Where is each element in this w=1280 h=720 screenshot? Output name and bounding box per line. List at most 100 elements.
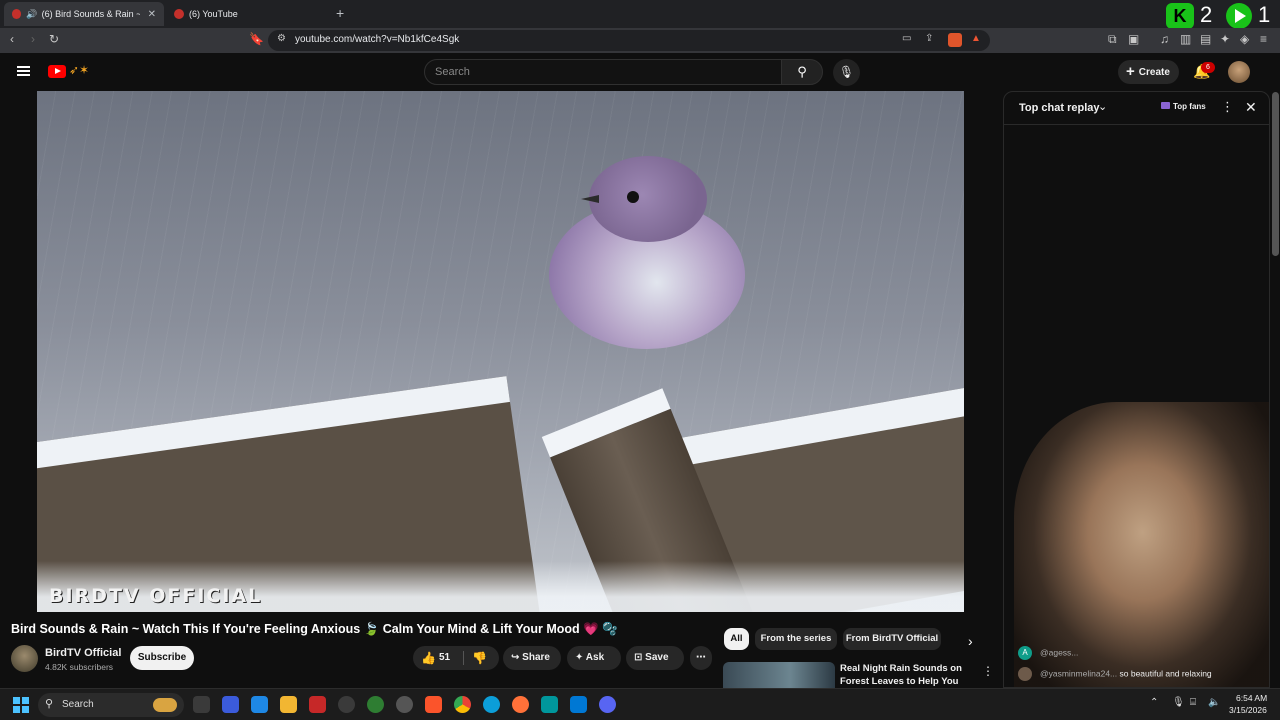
taskbar-search[interactable]: ⚲ Search (38, 693, 184, 717)
app-icon[interactable] (367, 696, 384, 713)
search-placeholder: Search (435, 66, 470, 78)
reload-icon[interactable]: ↻ (49, 32, 59, 46)
youtube-doodle-icon[interactable]: ➶✶ (69, 63, 89, 77)
save-button[interactable]: ⊡ Save (626, 646, 684, 670)
cast-icon[interactable]: ▭ (902, 33, 911, 44)
app-icon[interactable] (396, 696, 413, 713)
youtube-logo-icon[interactable] (48, 65, 66, 78)
microphone-icon: 🎙 (838, 65, 855, 79)
chat-message: A @agess... (1018, 646, 1078, 660)
close-chat-icon[interactable]: ✕ (1245, 99, 1257, 116)
account-avatar[interactable] (1228, 61, 1250, 83)
network-icon[interactable]: ⌸ (1190, 697, 1196, 708)
chip-from-birdtv-official[interactable]: From BirdTV Official (843, 628, 941, 650)
forward-icon[interactable]: › (31, 32, 35, 46)
clock-time[interactable]: 6:54 AM (1236, 693, 1267, 703)
audio-playing-icon: 🔊 (26, 8, 38, 19)
recommendation-more-icon[interactable]: ⋮ (982, 664, 994, 678)
bookmark-save-icon: ⊡ (634, 652, 646, 663)
clock-date[interactable]: 3/15/2026 (1229, 705, 1267, 715)
discord-icon[interactable] (599, 696, 616, 713)
address-bar[interactable]: ⚙ youtube.com/watch?v=Nb1kfCe4Sgk ▭ ⇪ ▲ (268, 30, 990, 51)
tab-bird-sounds[interactable]: 🔊 (6) Bird Sounds & Rain ~ Wat ✕ (4, 2, 164, 26)
ask-button[interactable]: ✦ Ask (567, 646, 621, 670)
thumbs-down-icon[interactable]: 👎 (472, 646, 487, 670)
search-highlight-icon (153, 698, 177, 712)
extensions-icon[interactable]: ⧉ (1108, 32, 1117, 47)
top-fans-button[interactable]: Top fans (1161, 102, 1206, 111)
app-icon[interactable] (338, 696, 355, 713)
back-icon[interactable]: ‹ (10, 32, 14, 46)
edge-icon[interactable] (483, 696, 500, 713)
recommendation-thumbnail[interactable] (723, 662, 835, 688)
save-label: Save (645, 652, 669, 663)
url-text[interactable]: youtube.com/watch?v=Nb1kfCe4Sgk (295, 34, 459, 45)
app-icon[interactable] (541, 696, 558, 713)
sidebar-icon[interactable]: ▥ (1180, 32, 1191, 46)
create-button[interactable]: + Create (1118, 60, 1179, 84)
video-title: Bird Sounds & Rain ~ Watch This If You'r… (11, 622, 618, 636)
brave-browser-icon[interactable] (425, 696, 442, 713)
kick-viewer-count: 2 (1200, 2, 1213, 27)
search-input[interactable]: Search (424, 59, 782, 85)
microphone-tray-icon[interactable]: 🎙 (1172, 697, 1185, 708)
browser-menu-icon[interactable]: ≡ (1260, 32, 1267, 46)
firefox-icon[interactable] (512, 696, 529, 713)
chrome-icon[interactable] (454, 696, 471, 713)
app-icon[interactable] (222, 696, 239, 713)
subscribe-button[interactable]: Subscribe (130, 646, 194, 670)
wallet-icon[interactable]: ▤ (1200, 32, 1211, 46)
windows-start-icon[interactable] (13, 697, 29, 713)
more-dots-icon: ⋯ (696, 652, 706, 663)
file-explorer-icon[interactable] (280, 696, 297, 713)
hamburger-menu-icon[interactable] (17, 66, 30, 76)
bookmark-icon[interactable]: 🔖 (249, 32, 264, 46)
media-icon[interactable]: ♫ (1160, 32, 1169, 46)
app-icon[interactable] (251, 696, 268, 713)
leo-ai-icon[interactable]: ✦ (1220, 32, 1230, 46)
tab-youtube[interactable]: (6) YouTube (166, 2, 326, 26)
thumbs-up-icon[interactable]: 👍 (421, 646, 436, 670)
share-button[interactable]: ↪ Share (503, 646, 561, 670)
new-tab-button[interactable]: + (336, 5, 344, 21)
chat-header: Top chat replay ⌄ Top fans ⋮ ✕ (1004, 92, 1269, 125)
live-chat-panel: Top chat replay ⌄ Top fans ⋮ ✕ A @agess..… (1003, 91, 1270, 688)
kick-overlay-icon: K (1166, 3, 1194, 29)
volume-icon[interactable]: 🔈 (1208, 697, 1220, 708)
chat-author: @yasminmelina24... (1040, 668, 1118, 679)
share-page-icon[interactable]: ⇪ (925, 33, 933, 44)
more-actions-button[interactable]: ⋯ (690, 646, 712, 670)
voice-search-button[interactable]: 🎙 (833, 59, 860, 86)
channel-avatar[interactable] (11, 645, 38, 672)
chat-avatar (1018, 667, 1032, 681)
chip-all[interactable]: All (724, 628, 749, 650)
like-count[interactable]: 51 (439, 646, 450, 670)
tab-label: (6) YouTube (189, 9, 238, 19)
vscode-icon[interactable] (570, 696, 587, 713)
vpn-icon[interactable]: ◈ (1240, 32, 1249, 46)
plus-icon: + (1126, 63, 1135, 80)
chat-more-icon[interactable]: ⋮ (1221, 99, 1234, 115)
video-player[interactable]: BIRDTV OFFICIAL (37, 91, 964, 612)
play-overlay-icon (1226, 3, 1252, 29)
task-view-icon[interactable] (193, 696, 210, 713)
channel-name[interactable]: BirdTV Official (45, 647, 121, 659)
close-tab-icon[interactable]: ✕ (148, 9, 156, 20)
app-icon[interactable] (309, 696, 326, 713)
screenshot-icon[interactable]: ▣ (1128, 32, 1139, 46)
scrollbar-thumb[interactable] (1272, 92, 1279, 256)
search-icon: ⚲ (45, 698, 54, 710)
chevron-right-icon[interactable]: › (968, 633, 973, 649)
chat-mode-selector[interactable]: Top chat replay (1019, 102, 1099, 114)
chip-from-the-series[interactable]: From the series (755, 628, 837, 650)
top-fans-label: Top fans (1173, 102, 1206, 111)
chevron-down-icon[interactable]: ⌄ (1098, 100, 1107, 113)
tab-label: (6) Bird Sounds & Rain ~ Wat (41, 9, 140, 19)
site-info-icon[interactable]: ⚙ (277, 33, 286, 44)
brave-shields-icon[interactable] (948, 33, 962, 47)
brave-rewards-icon[interactable]: ▲ (971, 33, 981, 44)
bird-eye (627, 191, 639, 203)
crown-icon (1161, 102, 1170, 109)
show-hidden-icons-icon[interactable]: ⌃ (1150, 697, 1158, 708)
search-button[interactable]: ⚲ (781, 59, 823, 85)
